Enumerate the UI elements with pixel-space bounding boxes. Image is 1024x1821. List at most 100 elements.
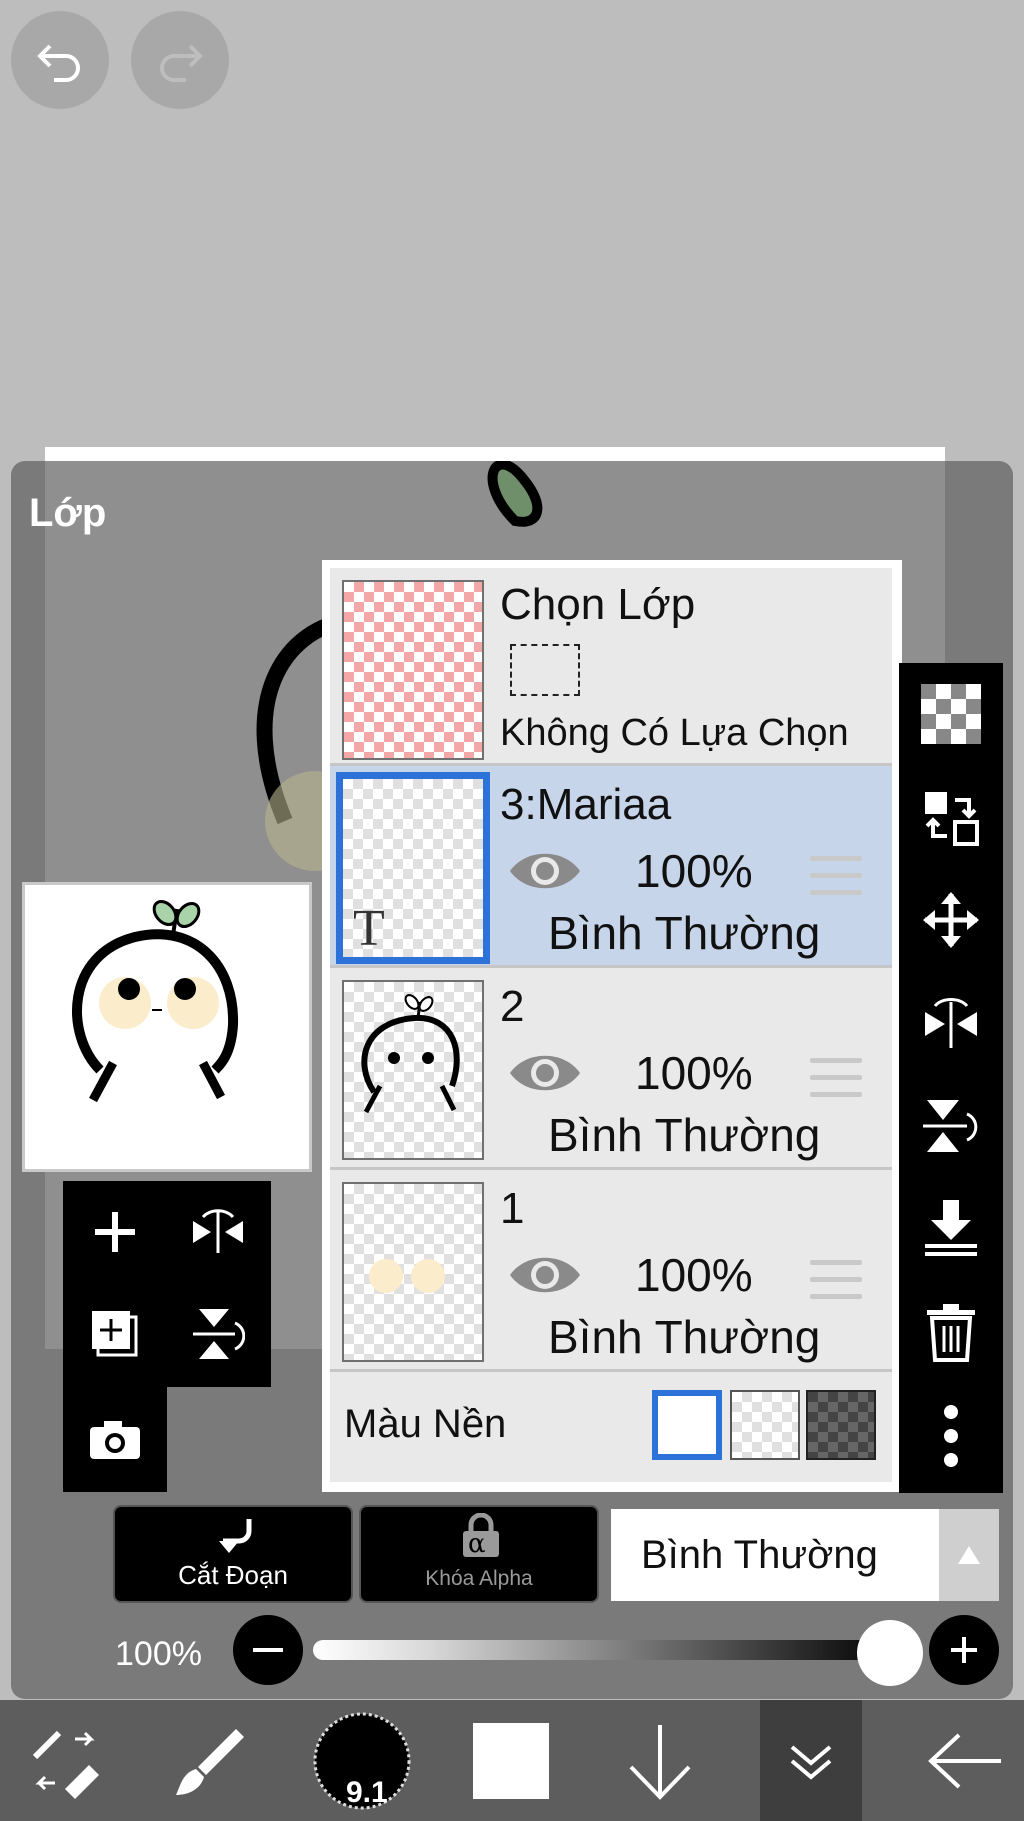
layer-2-thumb-art bbox=[361, 994, 460, 1114]
selection-marquee-icon bbox=[510, 644, 580, 696]
panel-title: Lớp bbox=[29, 491, 107, 535]
layers-list: Chọn Lớp Không Có Lựa Chọn T 3:Mariaa 10… bbox=[322, 560, 902, 1492]
layer-row[interactable]: T 3:Mariaa 100% Bình Thường bbox=[330, 766, 892, 968]
move-down-button[interactable] bbox=[610, 1700, 710, 1821]
move-layer-button[interactable] bbox=[916, 885, 986, 955]
drag-handle-icon[interactable] bbox=[810, 1260, 862, 1311]
visibility-eye-icon[interactable] bbox=[508, 1250, 582, 1300]
more-vertical-icon bbox=[944, 1405, 958, 1467]
delete-layer-button[interactable] bbox=[916, 1297, 986, 1367]
tool-switch-button[interactable] bbox=[10, 1700, 120, 1821]
chevron-double-down-icon bbox=[790, 1744, 832, 1780]
layer-opacity: 100% bbox=[635, 1047, 753, 1099]
flip-vertical-icon bbox=[193, 1309, 245, 1359]
layer-thumbnail bbox=[342, 1182, 484, 1362]
clipping-arrow-icon bbox=[219, 1519, 252, 1553]
visibility-eye-icon[interactable] bbox=[508, 1048, 582, 1098]
layer-row[interactable]: 1 100% Bình Thường bbox=[330, 1170, 892, 1372]
opacity-slider-track[interactable] bbox=[313, 1640, 893, 1660]
camera-button[interactable] bbox=[80, 1404, 150, 1474]
drag-handle-icon[interactable] bbox=[810, 856, 862, 907]
blend-mode-select[interactable]: Bình Thường bbox=[611, 1509, 939, 1601]
flip-horizontal-layer-button[interactable] bbox=[916, 987, 986, 1057]
opacity-decrease-button[interactable] bbox=[233, 1615, 303, 1685]
swap-layer-button[interactable] bbox=[916, 783, 986, 853]
move-icon bbox=[923, 892, 979, 948]
color-button[interactable] bbox=[466, 1700, 556, 1821]
drag-handle-icon[interactable] bbox=[810, 1058, 862, 1109]
clipping-button[interactable]: Cắt Đoạn bbox=[113, 1505, 353, 1603]
preview-artwork bbox=[72, 899, 239, 1103]
layer-name: 2 bbox=[500, 982, 525, 1031]
trash-icon bbox=[927, 1304, 975, 1362]
redo-button[interactable] bbox=[131, 11, 229, 109]
brush-icon bbox=[176, 1728, 244, 1795]
right-tools-column bbox=[899, 663, 1003, 1493]
arrow-down-icon bbox=[629, 1724, 691, 1800]
checkerboard-icon bbox=[921, 684, 981, 744]
background-color-row: Màu Nền bbox=[330, 1372, 892, 1482]
chevron-up-icon bbox=[958, 1546, 980, 1564]
back-button[interactable] bbox=[910, 1700, 1020, 1821]
visibility-eye-icon[interactable] bbox=[508, 846, 582, 896]
alpha-lock-button[interactable]: α Khóa Alpha bbox=[359, 1505, 599, 1603]
transparency-checker-button[interactable] bbox=[916, 679, 986, 749]
layer-name: 3:Mariaa bbox=[500, 780, 672, 829]
arrow-left-icon bbox=[928, 1733, 1001, 1788]
merge-down-button[interactable] bbox=[916, 1193, 986, 1263]
alpha-lock-label: Khóa Alpha bbox=[425, 1567, 533, 1590]
flip-horizontal-button[interactable] bbox=[183, 1197, 253, 1267]
background-dark-swatch[interactable] bbox=[806, 1390, 876, 1460]
minus-icon bbox=[253, 1648, 283, 1652]
text-layer-icon: T bbox=[353, 900, 385, 957]
selection-layer-title: Chọn Lớp bbox=[500, 580, 696, 629]
opacity-increase-button[interactable] bbox=[929, 1615, 999, 1685]
background-transparent-swatch[interactable] bbox=[730, 1390, 800, 1460]
selection-layer-row[interactable]: Chọn Lớp Không Có Lựa Chọn bbox=[330, 568, 892, 766]
canvas-preview[interactable] bbox=[22, 882, 312, 1172]
layer-blend-mode: Bình Thường bbox=[548, 1109, 821, 1161]
swap-icon bbox=[925, 792, 979, 846]
layer-row[interactable]: 2 100% Bình Thường bbox=[330, 968, 892, 1170]
brush-eraser-switch-icon bbox=[32, 1730, 99, 1799]
selection-layer-thumbnail bbox=[342, 580, 484, 760]
plus-icon bbox=[95, 1212, 135, 1252]
clipping-label: Cắt Đoạn bbox=[178, 1560, 288, 1590]
flip-horizontal-icon bbox=[193, 1209, 243, 1253]
camera-icon bbox=[90, 1421, 140, 1459]
flip-vertical-button[interactable] bbox=[183, 1299, 253, 1369]
background-white-swatch[interactable] bbox=[652, 1390, 722, 1460]
duplicate-layer-button[interactable] bbox=[80, 1299, 150, 1369]
opacity-slider-thumb[interactable] bbox=[857, 1620, 923, 1686]
redo-icon bbox=[160, 44, 203, 82]
layers-panel: Lớp Chọn Lớp Không Có Lựa Chọn T 3:Maria… bbox=[11, 461, 1013, 1699]
flip-vertical-layer-button[interactable] bbox=[916, 1091, 986, 1161]
layer-name: 1 bbox=[500, 1184, 525, 1233]
alpha-glyph: α bbox=[468, 1529, 486, 1559]
brush-size-button[interactable]: 9.1 bbox=[310, 1700, 414, 1821]
layer-thumbnail: T bbox=[336, 772, 490, 964]
current-color-swatch bbox=[473, 1722, 549, 1799]
layer-opacity: 100% bbox=[635, 1249, 753, 1301]
layer-opacity: 100% bbox=[635, 845, 753, 897]
brush-tool-button[interactable] bbox=[160, 1700, 260, 1821]
undo-icon bbox=[37, 44, 80, 82]
flip-vertical-icon bbox=[923, 1100, 978, 1152]
layer-1-thumb-art bbox=[369, 1259, 445, 1293]
plus-icon bbox=[951, 1637, 977, 1663]
merge-down-icon bbox=[925, 1200, 977, 1256]
brush-size-value: 9.1 bbox=[346, 1776, 388, 1809]
layers-tab-button[interactable] bbox=[760, 1700, 862, 1821]
layer-blend-mode: Bình Thường bbox=[548, 1311, 821, 1363]
undo-button[interactable] bbox=[11, 11, 109, 109]
background-color-label: Màu Nền bbox=[344, 1402, 507, 1446]
layer-blend-mode: Bình Thường bbox=[548, 907, 821, 959]
flip-horizontal-icon bbox=[925, 998, 977, 1048]
selection-layer-subtitle: Không Có Lựa Chọn bbox=[500, 712, 849, 754]
duplicate-icon bbox=[92, 1311, 138, 1357]
more-options-button[interactable] bbox=[916, 1401, 986, 1471]
bottom-toolbar: 9.1 bbox=[0, 1700, 1024, 1821]
add-layer-button[interactable] bbox=[80, 1197, 150, 1267]
opacity-label: 100% bbox=[115, 1635, 202, 1673]
blend-mode-dropdown-button[interactable] bbox=[939, 1509, 999, 1601]
